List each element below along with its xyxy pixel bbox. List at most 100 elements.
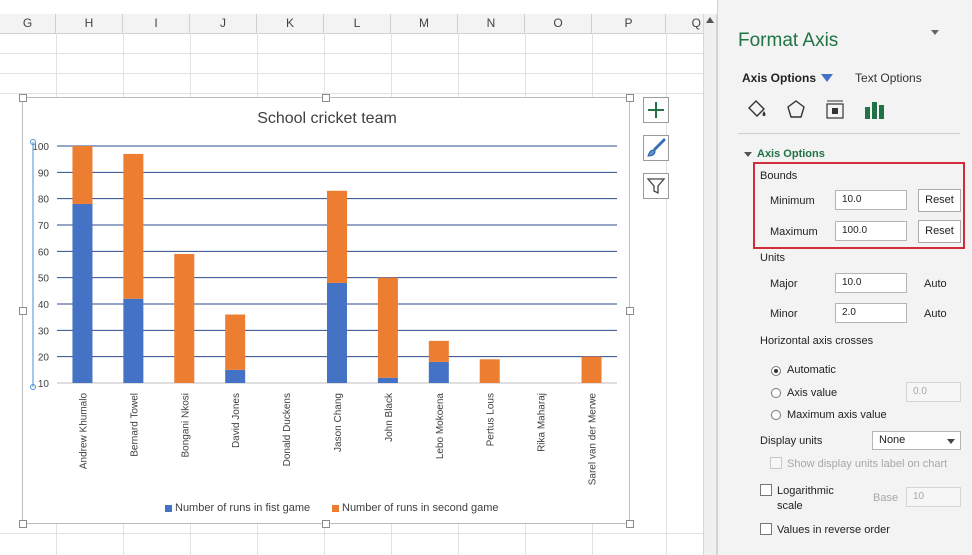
- bar-second-game: [479, 359, 500, 383]
- effects-tab[interactable]: [781, 96, 811, 124]
- fill-line-tab[interactable]: [742, 96, 772, 124]
- column-header-o[interactable]: O: [525, 14, 592, 33]
- logarithmic-scale-label[interactable]: Logarithmic scale: [777, 484, 857, 514]
- plus-icon: [648, 102, 664, 118]
- chart-resize-handle[interactable]: [19, 520, 27, 528]
- collapse-arrow-icon: [744, 151, 752, 157]
- axis-options-icon: [865, 102, 884, 119]
- display-units-dropdown[interactable]: None: [872, 431, 961, 450]
- bar-second-game: [581, 356, 602, 383]
- chart-plot: 102030405060708090100Andrew Khumalo Berna…: [30, 139, 617, 486]
- x-tick-label: Sarel van der Merwe: [588, 393, 599, 486]
- column-header-l[interactable]: L: [324, 14, 391, 33]
- y-tick-label: 20: [38, 353, 50, 364]
- x-tick-label: Lebo Mokoena: [435, 393, 446, 460]
- x-tick-label: Jason Chang: [333, 393, 344, 452]
- column-header-n[interactable]: N: [458, 14, 525, 33]
- minor-auto-label[interactable]: Auto: [924, 308, 947, 320]
- section-label: Axis Options: [757, 148, 825, 160]
- x-tick-label: Donald Duckens: [282, 393, 293, 466]
- chart-filters-button[interactable]: [643, 173, 669, 199]
- column-header-k[interactable]: K: [257, 14, 324, 33]
- column-header-m[interactable]: M: [391, 14, 458, 33]
- x-tick-label: Bernard Towel: [129, 393, 140, 457]
- legend-label: Number of runs in second game: [342, 502, 499, 514]
- grid-line: [0, 93, 703, 94]
- axis-value-radio[interactable]: [771, 388, 781, 398]
- bar-second-game: [377, 277, 398, 378]
- column-header-g[interactable]: G: [0, 14, 56, 33]
- tab-text-options[interactable]: Text Options: [855, 71, 922, 85]
- column-header-h[interactable]: H: [56, 14, 123, 33]
- base-input[interactable]: 10: [906, 487, 961, 507]
- chart-elements-button[interactable]: [643, 97, 669, 123]
- reverse-order-label[interactable]: Values in reverse order: [777, 524, 890, 536]
- reverse-order-checkbox[interactable]: [760, 523, 772, 535]
- chart-resize-handle[interactable]: [19, 307, 27, 315]
- bar-second-game: [123, 153, 144, 299]
- x-tick-label: David Jones: [231, 393, 242, 448]
- maximum-axis-value-radio[interactable]: [771, 410, 781, 420]
- column-header-p[interactable]: P: [592, 14, 666, 33]
- chart-resize-handle[interactable]: [626, 307, 634, 315]
- legend-item-second-game[interactable]: Number of runs in second game: [332, 502, 499, 514]
- column-header-i[interactable]: I: [123, 14, 190, 33]
- axis-options-tab[interactable]: [859, 96, 889, 124]
- scroll-up-arrow-icon[interactable]: [706, 17, 714, 23]
- size-properties-icon: [826, 100, 844, 119]
- x-tick-label: Rika Maharaj: [537, 393, 548, 452]
- legend-item-first-game[interactable]: Number of runs in fist game: [165, 502, 310, 514]
- chart-resize-handle[interactable]: [626, 94, 634, 102]
- minor-unit-input[interactable]: 2.0: [835, 303, 907, 323]
- y-tick-label: 90: [38, 168, 50, 179]
- y-tick-label: 60: [38, 247, 50, 258]
- fill-line-icon: [748, 100, 766, 117]
- bar-first-game: [225, 369, 246, 383]
- chevron-down-icon: [947, 439, 955, 444]
- chart-resize-handle[interactable]: [322, 94, 330, 102]
- legend-swatch-orange: [332, 504, 339, 512]
- x-tick-label: Pertus Lous: [486, 393, 497, 446]
- format-axis-pane: Format Axis Axis Options Text Options Ax…: [717, 0, 972, 555]
- maximum-axis-value-label[interactable]: Maximum axis value: [787, 409, 887, 421]
- grid-line: [0, 533, 703, 534]
- minor-label: Minor: [770, 308, 798, 320]
- divider: [738, 133, 960, 134]
- logarithmic-scale-checkbox[interactable]: [760, 484, 772, 496]
- highlight-box: [753, 162, 965, 249]
- tab-axis-options[interactable]: Axis Options: [742, 71, 834, 85]
- chart-resize-handle[interactable]: [322, 520, 330, 528]
- size-properties-tab[interactable]: [820, 96, 850, 124]
- filter-icon: [646, 178, 666, 195]
- axis-options-section-header[interactable]: Axis Options: [744, 148, 825, 160]
- legend-label: Number of runs in fist game: [175, 502, 311, 514]
- display-units-label: Display units: [760, 435, 823, 447]
- grid-line: [0, 53, 703, 54]
- show-display-units-checkbox[interactable]: [770, 457, 782, 469]
- axis-value-label[interactable]: Axis value: [787, 387, 837, 399]
- vertical-scrollbar[interactable]: [703, 14, 717, 555]
- y-tick-label: 30: [38, 326, 50, 337]
- chart-area[interactable]: School cricket team 10 20 30 40 50 60 70 80 90 10…: [22, 97, 630, 524]
- chart-resize-handle[interactable]: [626, 520, 634, 528]
- bar-second-game: [428, 340, 449, 362]
- automatic-radio[interactable]: [771, 366, 781, 376]
- column-header-q[interactable]: Q: [666, 14, 703, 33]
- chart-resize-handle[interactable]: [19, 94, 27, 102]
- y-tick-label: 70: [38, 221, 50, 232]
- bar-first-game: [72, 203, 93, 383]
- chart-styles-button[interactable]: [643, 135, 669, 161]
- major-auto-label[interactable]: Auto: [924, 278, 947, 290]
- major-unit-input[interactable]: 10.0: [835, 273, 907, 293]
- bar-first-game: [428, 361, 449, 383]
- axis-value-input[interactable]: 0.0: [906, 382, 961, 402]
- y-tick-label: 10: [38, 379, 50, 390]
- x-tick-label: John Black: [384, 392, 395, 442]
- y-tick-label: 50: [38, 274, 50, 285]
- y-tick-label: 80: [38, 195, 50, 206]
- column-header-j[interactable]: J: [190, 14, 257, 33]
- x-tick-label: Bongani Nkosi: [180, 393, 191, 457]
- automatic-label[interactable]: Automatic: [787, 364, 836, 376]
- pane-options-chevron-icon[interactable]: [931, 30, 939, 35]
- horizontal-axis-crosses-label: Horizontal axis crosses: [760, 335, 874, 347]
